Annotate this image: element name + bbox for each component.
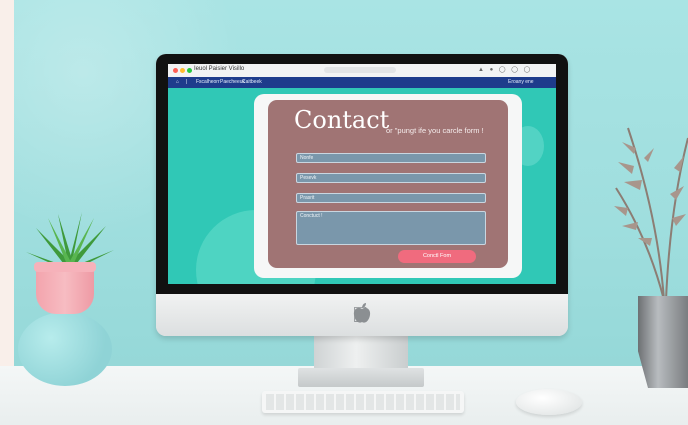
nav-divider: | xyxy=(186,79,188,85)
monitor-stand-foot xyxy=(298,368,424,387)
photo-border xyxy=(0,0,14,425)
dried-plant-icon xyxy=(614,127,688,300)
close-window-icon[interactable] xyxy=(173,68,178,73)
nav-item-1[interactable]: Fscalheorr xyxy=(196,79,220,85)
address-bar[interactable] xyxy=(324,67,396,73)
screen: Ieuol Paisier Visillo ▲ ● ◯ ◯ ◯ ⌂ | Fsca… xyxy=(168,64,556,284)
nav-item-3[interactable]: Caitbeek xyxy=(242,79,262,85)
nav-item-right[interactable]: Eroany ene xyxy=(508,79,534,85)
keyboard-keys xyxy=(266,394,460,410)
email-field[interactable]: Pesevk xyxy=(296,173,486,183)
apple-logo-shape xyxy=(353,303,371,323)
name-field-label: Nonfe xyxy=(300,155,314,161)
pink-pot xyxy=(36,266,94,314)
pink-pot-rim xyxy=(34,262,96,272)
name-field[interactable]: Nonfe xyxy=(296,153,486,163)
form-title: Contact xyxy=(294,106,390,134)
home-icon[interactable]: ⌂ xyxy=(176,79,179,85)
toolbar-icons[interactable]: ▲ ● ◯ ◯ ◯ xyxy=(478,66,532,73)
subject-field-label: Prasrit xyxy=(300,195,315,201)
metal-vase xyxy=(638,296,688,388)
subject-field[interactable]: Prasrit xyxy=(296,193,486,203)
minimize-window-icon[interactable] xyxy=(180,68,185,73)
maximize-window-icon[interactable] xyxy=(187,68,192,73)
window-title: Ieuol Paisier Visillo xyxy=(194,66,245,72)
submit-button[interactable]: Conctl Fom xyxy=(398,250,476,263)
mouse xyxy=(516,389,582,415)
message-textarea[interactable]: Conctuct ! xyxy=(296,211,486,245)
form-subtitle: or "pungt ife you carcle form ! xyxy=(386,126,484,135)
email-field-label: Pesevk xyxy=(300,175,317,181)
message-placeholder: Conctuct ! xyxy=(300,213,323,219)
ceramic-base xyxy=(18,312,112,386)
